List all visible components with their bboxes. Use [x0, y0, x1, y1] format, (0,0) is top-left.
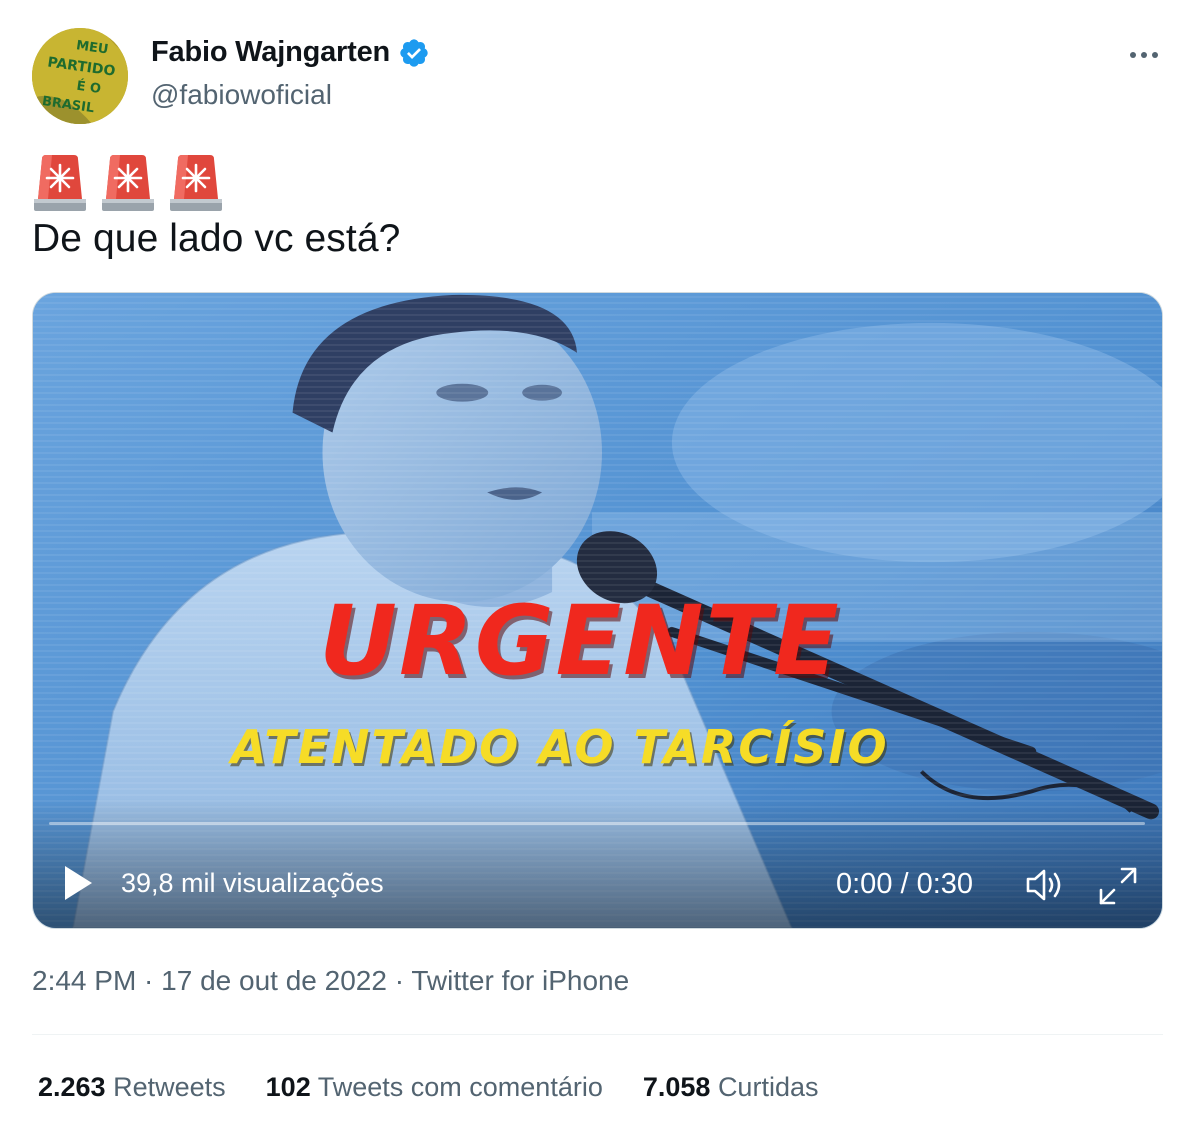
- tweet-meta: 2:44 PM · 17 de out de 2022 · Twitter fo…: [32, 965, 629, 997]
- divider: [32, 1034, 1163, 1035]
- police-light-emoji-icon: [34, 155, 86, 211]
- stat-label: Curtidas: [717, 1072, 819, 1102]
- video-overlay-subtitle: ATENTADO AO TARCÍSIO: [231, 720, 889, 774]
- stat-count: 2.263: [38, 1072, 106, 1102]
- stat-label: Retweets: [113, 1072, 226, 1102]
- video-time: 0:00 / 0:30: [836, 868, 974, 900]
- play-icon[interactable]: [61, 863, 95, 903]
- avatar-image: MEU PARTIDO É O BRASIL: [32, 28, 128, 124]
- tweet-time[interactable]: 2:44 PM: [32, 965, 136, 996]
- tweet-source[interactable]: Twitter for iPhone: [411, 965, 629, 996]
- verified-badge-icon: [400, 38, 428, 67]
- tweet-date[interactable]: 17 de out de 2022: [161, 965, 387, 996]
- police-light-emoji-icon: [102, 155, 154, 211]
- video-overlay-title: URGENTE: [319, 585, 841, 697]
- author-handle[interactable]: @fabiowoficial: [151, 79, 332, 111]
- tweet-stats: 2.263 Retweets 102 Tweets com comentário…: [38, 1072, 818, 1103]
- video-view-count: 39,8 mil visualizações: [121, 868, 384, 898]
- volume-icon[interactable]: [1023, 865, 1065, 905]
- more-options-button[interactable]: [1124, 40, 1164, 70]
- stat-count: 102: [265, 1072, 311, 1102]
- more-dot-icon: [1141, 52, 1147, 58]
- meta-separator: ·: [386, 965, 412, 996]
- avatar[interactable]: MEU PARTIDO É O BRASIL: [32, 28, 128, 124]
- likes-stat[interactable]: 7.058 Curtidas: [643, 1072, 819, 1103]
- author-name-row[interactable]: Fabio Wajngarten: [151, 36, 430, 69]
- meta-separator: ·: [136, 965, 162, 996]
- video-player[interactable]: URGENTE ATENTADO AO TARCÍSIO 39,8 mil vi…: [32, 292, 1163, 929]
- police-light-emoji-icon: [170, 155, 222, 211]
- quote-tweets-stat[interactable]: 102 Tweets com comentário: [266, 1072, 603, 1103]
- video-controls-shade: [33, 798, 1162, 928]
- tweet-text: De que lado vc está?: [32, 217, 401, 260]
- more-dot-icon: [1130, 52, 1136, 58]
- stat-label: Tweets com comentário: [317, 1072, 603, 1102]
- stat-count: 7.058: [642, 1072, 711, 1102]
- author-display-name[interactable]: Fabio Wajngarten: [151, 36, 390, 69]
- fullscreen-icon[interactable]: [1097, 865, 1139, 907]
- tweet-detail: MEU PARTIDO É O BRASIL Fabio Wajngarten …: [0, 0, 1198, 1140]
- avatar-text-line: É O: [76, 78, 102, 97]
- tweet-emoji-row: [32, 153, 224, 213]
- retweets-stat[interactable]: 2.263 Retweets: [38, 1072, 226, 1103]
- more-dot-icon: [1152, 52, 1158, 58]
- video-progress-bar[interactable]: [49, 822, 1145, 825]
